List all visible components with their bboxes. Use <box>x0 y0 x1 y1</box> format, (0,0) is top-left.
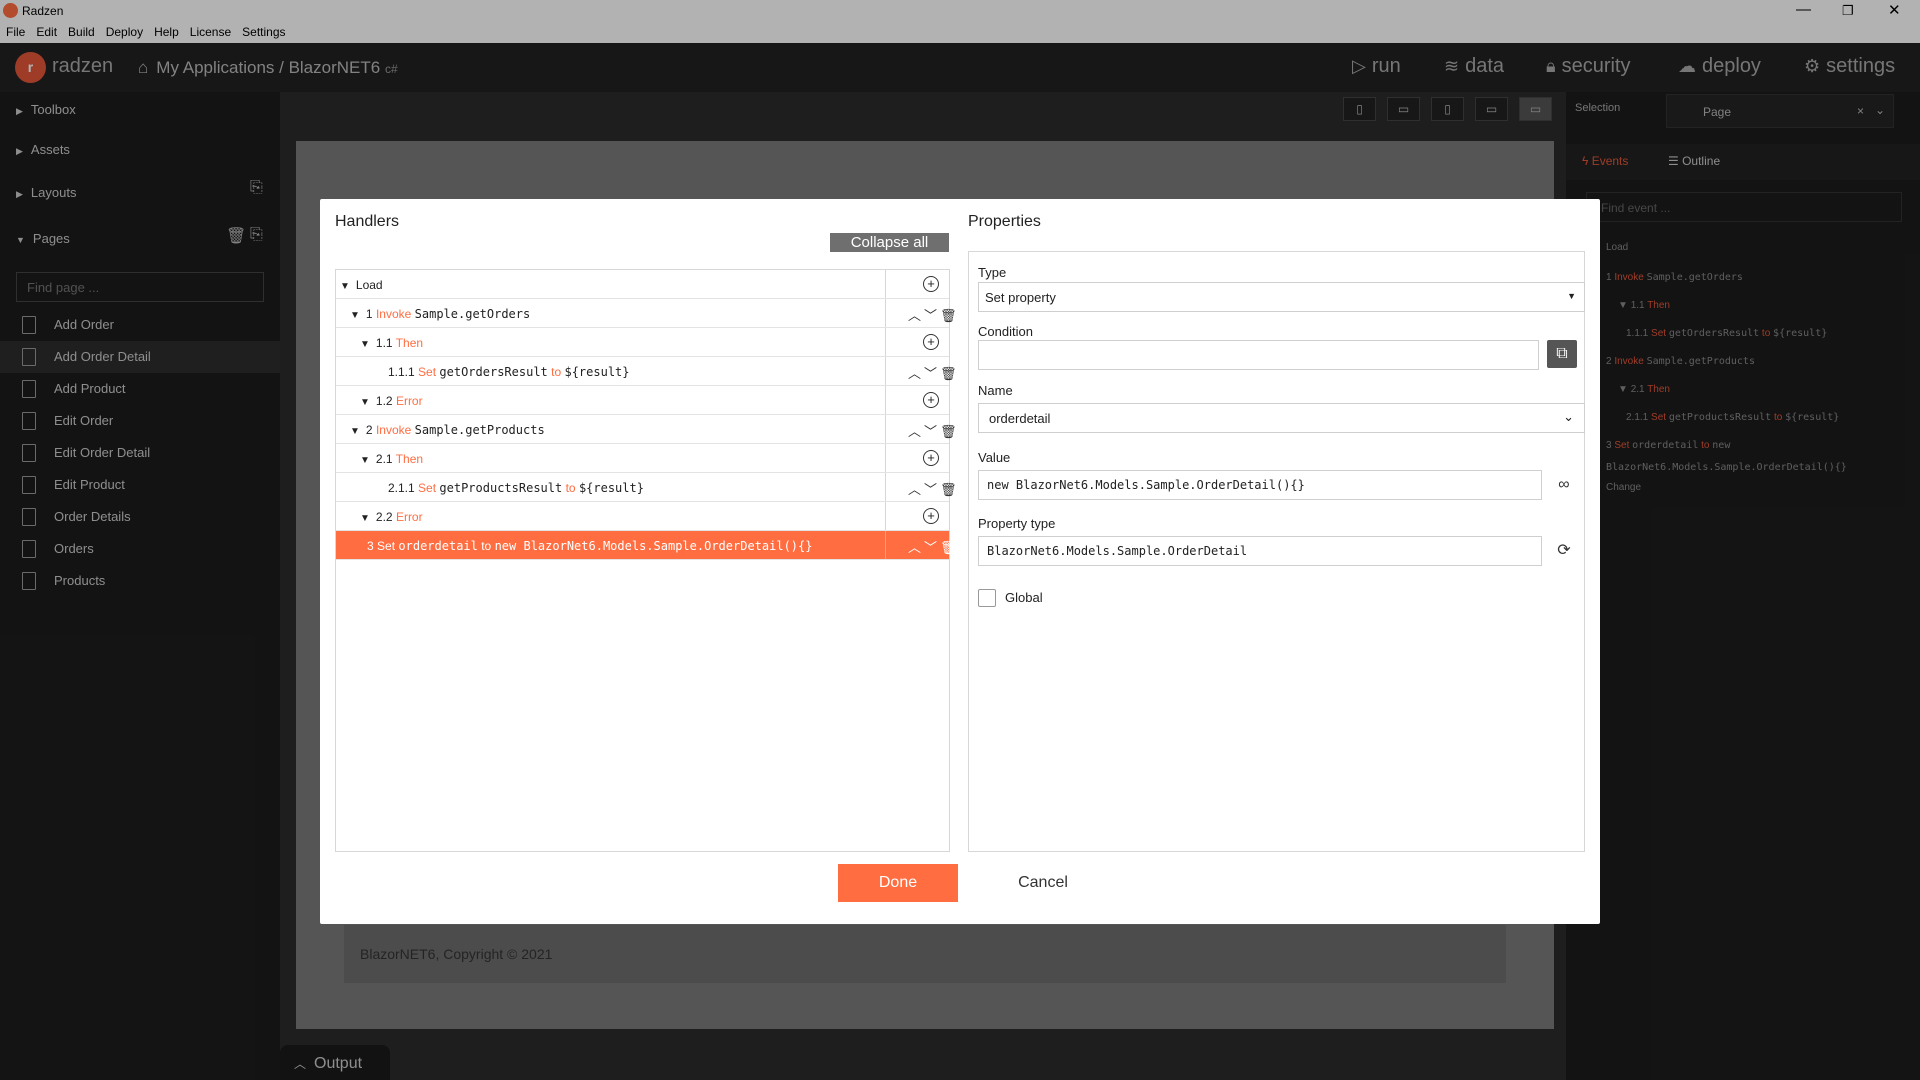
collapse-all-button[interactable]: Collapse all <box>830 233 949 252</box>
event-handlers-dialog: Handlers Collapse all Properties ▼ Load +… <box>320 199 1600 924</box>
chevron-down-icon: ⌄ <box>1563 409 1574 424</box>
move-down-icon: ﹀ <box>924 482 941 497</box>
move-up-icon: ︿ <box>908 424 925 439</box>
trash-icon: 🗑︎ <box>940 540 960 555</box>
type-label: Type <box>978 265 1007 280</box>
caret-down-icon[interactable]: ▼ <box>350 310 360 321</box>
tree-row[interactable]: ▼ 1.2 Error + <box>336 386 949 415</box>
add-action-icon[interactable]: + <box>923 508 939 524</box>
row-actions[interactable]: ︿﹀🗑︎ <box>908 421 960 440</box>
refresh-icon[interactable]: ⟳ <box>1549 537 1579 565</box>
row-actions[interactable]: ︿﹀🗑︎ <box>908 479 960 498</box>
open-editor-icon[interactable]: ⧉ <box>1547 340 1577 368</box>
add-action-icon[interactable]: + <box>923 334 939 350</box>
move-up-icon: ︿ <box>908 540 925 555</box>
handlers-tree: ▼ Load + ▼ 1 Invoke Sample.getOrders ︿﹀🗑︎ … <box>335 269 957 852</box>
add-action-icon[interactable]: + <box>923 450 939 466</box>
move-up-icon: ︿ <box>908 308 925 323</box>
add-action-icon[interactable]: + <box>923 276 939 292</box>
property-type-input[interactable]: BlazorNet6.Models.Sample.OrderDetail <box>978 536 1542 566</box>
value-label: Value <box>978 450 1011 465</box>
trash-icon: 🗑︎ <box>940 366 960 381</box>
row-actions[interactable]: ︿﹀🗑︎ <box>908 537 960 556</box>
tree-row[interactable]: 1.1.1 Set getOrdersResult to ${result} ︿… <box>336 357 957 386</box>
caret-down-icon[interactable]: ▼ <box>340 281 350 292</box>
move-down-icon: ﹀ <box>924 540 941 555</box>
move-down-icon: ﹀ <box>924 424 941 439</box>
properties-title: Properties <box>968 213 1041 230</box>
add-action-icon[interactable]: + <box>923 392 939 408</box>
value-input[interactable]: new BlazorNet6.Models.Sample.OrderDetail… <box>978 470 1542 500</box>
handlers-title: Handlers <box>335 213 400 230</box>
tree-row[interactable]: 2.1.1 Set getProductsResult to ${result}… <box>336 473 957 502</box>
type-select[interactable]: Set property ▼ <box>978 282 1585 312</box>
tree-row[interactable]: ▼ 1.1 Then + <box>336 328 949 357</box>
row-actions[interactable]: ︿﹀🗑︎ <box>908 305 960 324</box>
caret-down-icon[interactable]: ▼ <box>360 397 370 408</box>
tree-row[interactable]: ▼ 2 Invoke Sample.getProducts ︿﹀🗑︎ <box>336 415 957 444</box>
name-label: Name <box>978 383 1013 398</box>
caret-down-icon[interactable]: ▼ <box>360 339 370 350</box>
link-icon[interactable]: ∞ <box>1549 471 1579 499</box>
tree-row-load[interactable]: ▼ Load + <box>336 270 949 299</box>
trash-icon: 🗑︎ <box>940 424 960 439</box>
move-down-icon: ﹀ <box>924 308 941 323</box>
caret-down-icon[interactable]: ▼ <box>360 455 370 466</box>
move-up-icon: ︿ <box>908 366 925 381</box>
caret-down-icon[interactable]: ▼ <box>350 426 360 437</box>
global-label: Global <box>1005 590 1043 605</box>
tree-row[interactable]: ▼ 2.2 Error + <box>336 502 949 531</box>
tree-row[interactable]: ▼ 1 Invoke Sample.getOrders ︿﹀🗑︎ <box>336 299 957 328</box>
row-actions[interactable]: ︿﹀🗑︎ <box>908 363 960 382</box>
move-up-icon: ︿ <box>908 482 925 497</box>
tree-row[interactable]: ▼ 2.1 Then + <box>336 444 949 473</box>
dropdown-arrow-icon: ▼ <box>1567 291 1576 301</box>
cancel-button[interactable]: Cancel <box>998 864 1088 902</box>
properties-panel: Type Set property ▼ Condition ⧉ Name orde… <box>968 251 1585 852</box>
trash-icon: 🗑︎ <box>940 308 960 323</box>
condition-label: Condition <box>978 324 1033 339</box>
trash-icon: 🗑︎ <box>940 482 960 497</box>
condition-input[interactable] <box>978 340 1539 370</box>
name-select[interactable]: orderdetail ⌄ <box>978 403 1585 433</box>
move-down-icon: ﹀ <box>924 366 941 381</box>
property-type-label: Property type <box>978 516 1056 531</box>
tree-row-selected[interactable]: 3 Set orderdetail to new BlazorNet6.Mode… <box>336 531 957 560</box>
done-button[interactable]: Done <box>838 864 958 902</box>
caret-down-icon[interactable]: ▼ <box>360 513 370 524</box>
global-checkbox[interactable] <box>978 589 996 607</box>
